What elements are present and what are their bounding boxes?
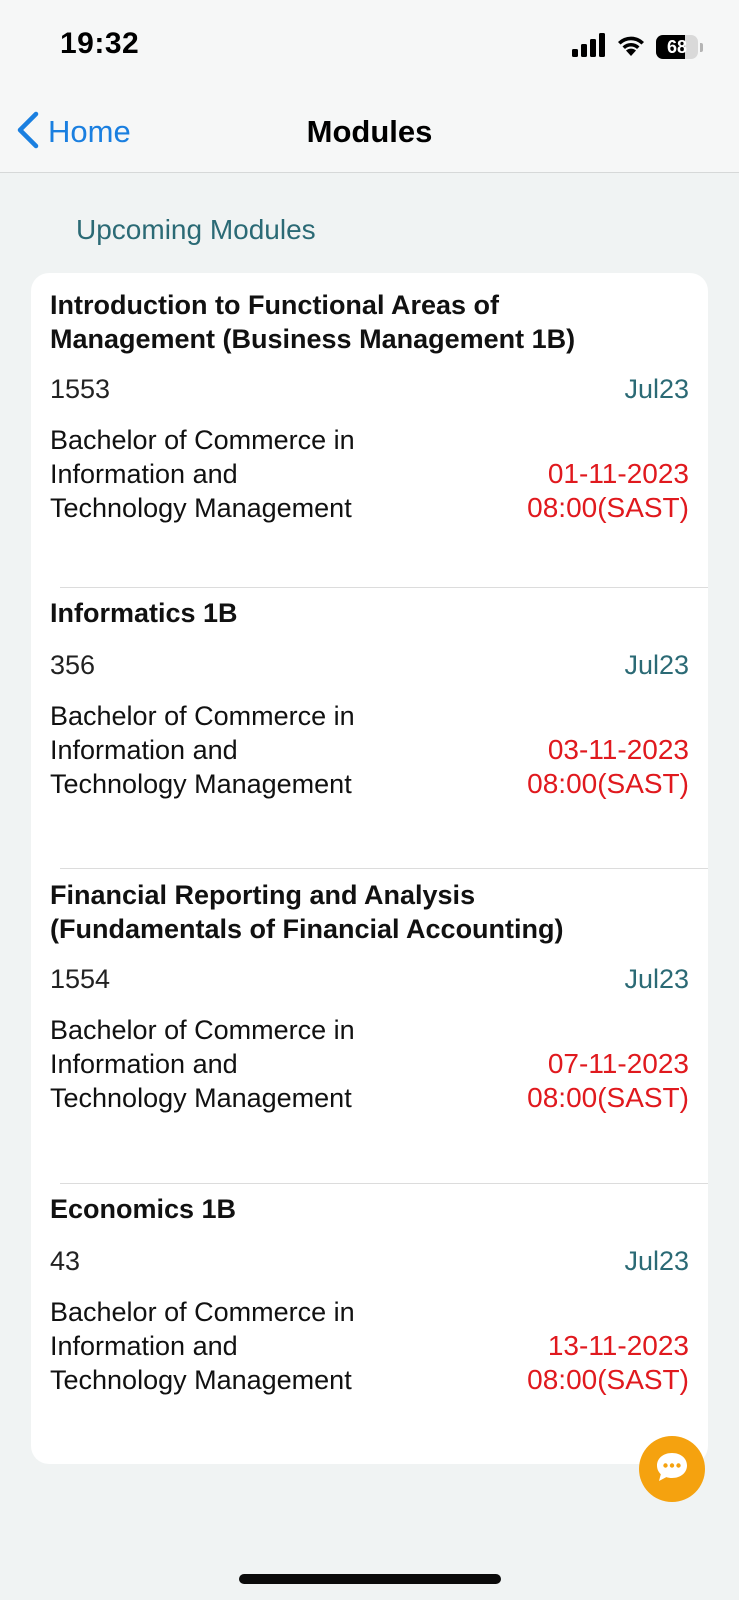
module-period: Jul23: [624, 1246, 689, 1276]
home-indicator[interactable]: [239, 1574, 501, 1584]
module-programme: Bachelor of Commerce in Information and …: [50, 1297, 355, 1395]
module-item[interactable]: Informatics 1B 356 Jul23 Bachelor of Com…: [31, 588, 708, 868]
module-code: 43: [50, 1246, 81, 1276]
status-bar: 19:32 68: [0, 0, 739, 96]
exam-time: 08:00(SAST): [527, 1364, 689, 1395]
status-icons: 68: [572, 32, 703, 62]
module-code: 1554: [50, 964, 111, 994]
page-title: Modules: [306, 114, 433, 149]
module-code: 356: [50, 650, 96, 680]
module-code: 1553: [50, 374, 111, 404]
battery-cap: [700, 42, 703, 52]
exam-date: 03-11-2023: [547, 734, 689, 765]
module-date: 13-11-2023 08:00(SAST): [527, 1329, 689, 1397]
module-period: Jul23: [624, 650, 689, 680]
wifi-icon: [616, 33, 646, 62]
chat-bubble-icon: [655, 1451, 689, 1488]
module-programme: Bachelor of Commerce in Information and …: [50, 425, 355, 523]
status-time: 19:32: [60, 27, 140, 60]
module-period: Jul23: [624, 374, 689, 404]
modules-card: Introduction to Functional Areas of Mana…: [31, 273, 708, 1464]
exam-date: 13-11-2023: [547, 1330, 689, 1361]
exam-time: 08:00(SAST): [527, 768, 689, 799]
module-date: 07-11-2023 08:00(SAST): [527, 1047, 689, 1115]
module-period: Jul23: [624, 964, 689, 994]
module-date: 03-11-2023 08:00(SAST): [527, 733, 689, 801]
module-title: Informatics 1B: [50, 598, 238, 628]
exam-date: 01-11-2023: [547, 458, 689, 489]
exam-date: 07-11-2023: [547, 1048, 689, 1079]
chat-button[interactable]: [639, 1436, 705, 1502]
cellular-signal-icon: [572, 32, 606, 62]
module-item[interactable]: Introduction to Functional Areas of Mana…: [31, 273, 708, 587]
battery-icon: 68: [656, 35, 698, 59]
module-title: Financial Reporting and Analysis (Fundam…: [50, 880, 564, 944]
exam-time: 08:00(SAST): [527, 492, 689, 523]
module-programme: Bachelor of Commerce in Information and …: [50, 1015, 355, 1113]
module-title: Economics 1B: [50, 1194, 237, 1224]
battery-level: 68: [666, 37, 688, 57]
module-programme: Bachelor of Commerce in Information and …: [50, 701, 355, 799]
navigation-bar: Home Modules: [0, 96, 739, 173]
module-item[interactable]: Financial Reporting and Analysis (Fundam…: [31, 869, 708, 1183]
module-date: 01-11-2023 08:00(SAST): [527, 457, 689, 525]
module-item[interactable]: Economics 1B 43 Jul23 Bachelor of Commer…: [31, 1184, 708, 1464]
section-title: Upcoming Modules: [76, 214, 316, 245]
exam-time: 08:00(SAST): [527, 1082, 689, 1113]
module-title: Introduction to Functional Areas of Mana…: [50, 290, 576, 354]
